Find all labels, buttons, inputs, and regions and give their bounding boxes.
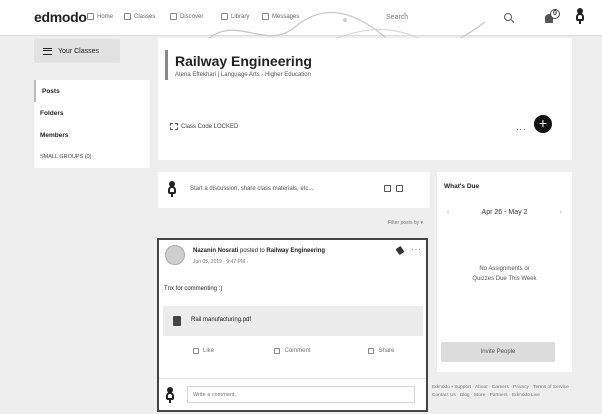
post-more-button[interactable]: ··· — [411, 245, 422, 254]
post-header: Nazanin Nosrati posted to Railway Engine… — [193, 248, 325, 254]
comment-label: Comment — [284, 348, 311, 354]
search-input[interactable] — [380, 9, 516, 26]
reply-row — [159, 378, 426, 410]
nav-library[interactable]: Library — [221, 13, 249, 20]
sidebar-item-label: Members — [40, 131, 69, 139]
notification-badge: 0 — [550, 9, 560, 19]
nav-discover-label: Discover — [180, 13, 204, 20]
lock-icon — [170, 123, 178, 130]
class-subtitle: Atena Eftekhari | Language Arts - Higher… — [175, 72, 311, 78]
user-avatar-icon — [576, 8, 584, 24]
class-header-card: Railway Engineering Atena Eftekhari | La… — [158, 38, 572, 160]
user-avatar-icon — [168, 181, 176, 197]
library-icon — [221, 13, 228, 20]
post-class-link[interactable]: Railway Engineering — [266, 248, 325, 254]
sidebar-item-label: Posts — [42, 87, 60, 95]
share-button[interactable]: Share — [337, 348, 426, 354]
discover-icon — [170, 13, 177, 20]
edmodo-logo[interactable]: edmodo — [34, 9, 87, 25]
previous-week-arrow-icon[interactable]: ‹ — [447, 209, 449, 216]
class-title: Railway Engineering — [175, 53, 312, 69]
week-range: Apr 26 - May 2 — [481, 209, 528, 216]
whats-due-panel: What's Due ‹ Apr 26 - May 2 › No Assignm… — [437, 172, 572, 372]
post-actions: Like Comment Share — [159, 348, 426, 354]
invite-people-button[interactable]: Invite People — [441, 342, 555, 362]
share-icon — [368, 348, 375, 354]
footer-links[interactable]: Edmodo ▪ Support · About · Careers · Pri… — [432, 384, 582, 400]
comment-input[interactable] — [187, 386, 415, 403]
sidebar-item-posts[interactable]: Posts — [34, 80, 150, 102]
composer-placeholder[interactable]: Start a discussion, share class material… — [190, 186, 313, 192]
file-icon — [173, 316, 181, 326]
sidebar-item-label: SMALL GROUPS (0) — [40, 154, 92, 160]
messages-icon — [262, 13, 269, 20]
nav-library-label: Library — [231, 13, 250, 20]
attach-file-icon[interactable] — [384, 185, 391, 192]
classes-icon — [124, 13, 131, 20]
profile-avatar[interactable] — [576, 8, 585, 26]
nav-home[interactable]: Home — [87, 13, 113, 20]
notifications-button[interactable]: 0 — [545, 9, 560, 24]
post-composer[interactable]: Start a discussion, share class material… — [158, 172, 430, 208]
avatar[interactable] — [165, 245, 185, 265]
pin-icon[interactable] — [395, 245, 405, 256]
class-code[interactable]: Class Code LOCKED — [170, 123, 238, 130]
no-assignments-message: No Assignments or Quizzes Due This Week — [437, 264, 572, 284]
class-color-bar — [165, 50, 168, 80]
nav-messages[interactable]: Messages — [262, 13, 299, 20]
your-classes-button[interactable]: Your Classes — [34, 39, 120, 63]
attachment-name: Rail manufacturing.pdf — [191, 317, 252, 323]
like-button[interactable]: Like — [159, 348, 248, 354]
post-author[interactable]: Nazanin Nosrati — [193, 248, 238, 254]
filter-posts-label: Filter posts by — [388, 220, 420, 226]
left-sidebar: Your Classes Posts Folders Members SMALL… — [34, 39, 150, 168]
class-code-label: Class Code LOCKED — [181, 123, 239, 130]
top-navigation-bar: edmodo Home Classes Discover Library Mes… — [0, 0, 602, 36]
share-label: Share — [378, 348, 395, 354]
nav-discover[interactable]: Discover — [170, 13, 203, 20]
comment-button[interactable]: Comment — [248, 348, 337, 354]
search-icon[interactable] — [504, 13, 512, 21]
empty-line-1: No Assignments or — [479, 266, 530, 272]
sidebar-item-folders[interactable]: Folders — [34, 102, 150, 124]
posted-to-text: posted to — [240, 248, 265, 254]
empty-line-2: Quizzes Due This Week — [472, 276, 537, 282]
home-icon — [87, 13, 94, 20]
filter-posts-dropdown[interactable]: Filter posts by ▾ — [388, 220, 423, 226]
class-nav-list: Posts Folders Members SMALL GROUPS (0) — [34, 80, 150, 168]
like-icon — [192, 348, 199, 354]
whats-due-title: What's Due — [444, 183, 480, 190]
add-button[interactable]: + — [534, 115, 552, 133]
next-week-arrow-icon[interactable]: › — [560, 209, 562, 216]
user-avatar-icon — [166, 387, 174, 403]
sidebar-item-small-groups[interactable]: SMALL GROUPS (0) — [34, 146, 150, 168]
file-attachment[interactable]: Rail manufacturing.pdf — [163, 306, 423, 336]
sidebar-item-label: Folders — [40, 109, 64, 117]
post-timestamp: Jun 05, 2019 · 9:47 PM · — [193, 259, 249, 265]
attach-image-icon[interactable] — [396, 185, 403, 192]
nav-messages-label: Messages — [272, 13, 300, 20]
nav-classes[interactable]: Classes — [124, 13, 155, 20]
post-text: Tnx for commenting :) — [164, 286, 223, 292]
search-box — [380, 9, 516, 26]
comment-icon — [274, 348, 281, 354]
nav-classes-label: Classes — [134, 13, 156, 20]
nav-home-label: Home — [97, 13, 114, 20]
week-navigator: ‹ Apr 26 - May 2 › — [437, 209, 572, 216]
like-label: Like — [202, 348, 214, 354]
post-card: Nazanin Nosrati posted to Railway Engine… — [157, 238, 428, 412]
sidebar-item-members[interactable]: Members — [34, 124, 150, 146]
menu-icon — [43, 47, 52, 55]
class-more-button[interactable]: ... — [516, 122, 527, 132]
composer-tools — [384, 185, 403, 192]
your-classes-label: Your Classes — [58, 47, 99, 55]
